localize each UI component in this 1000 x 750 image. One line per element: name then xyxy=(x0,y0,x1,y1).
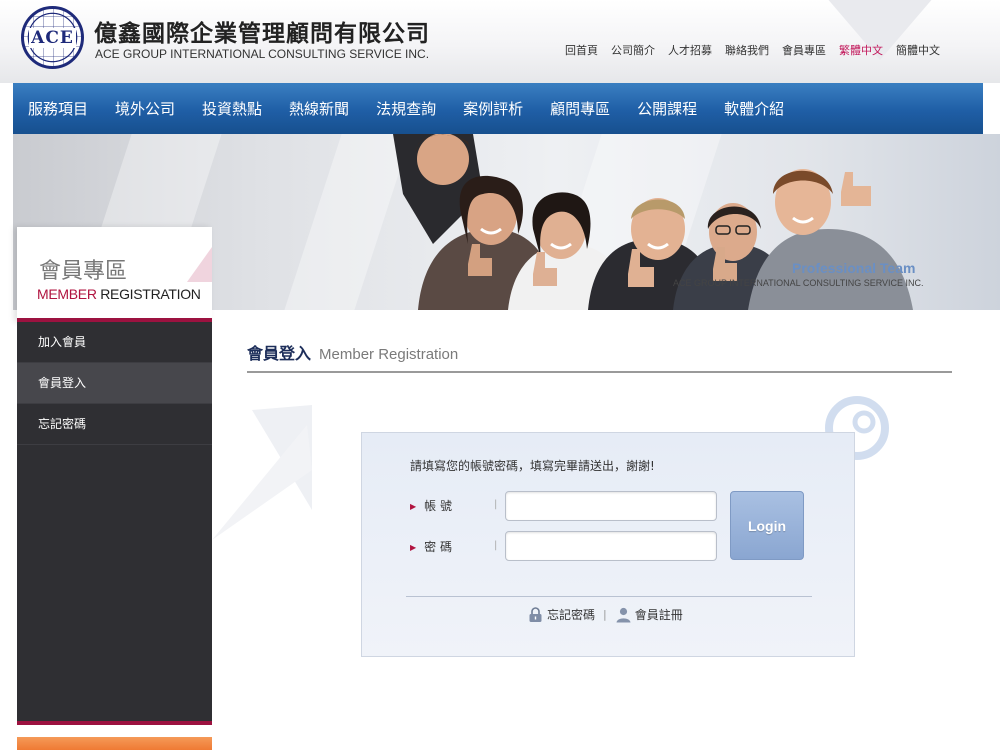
field-separator: | xyxy=(494,499,498,510)
company-name-zh: 億鑫國際企業管理顧問有限公司 xyxy=(94,21,430,47)
link-divider: | xyxy=(603,608,607,621)
top-link-simplified-chinese[interactable]: 簡體中文 xyxy=(896,42,940,58)
nav-offshore-companies[interactable]: 境外公司 xyxy=(115,98,175,119)
banner-title: Professional Team xyxy=(792,260,916,276)
top-link-traditional-chinese[interactable]: 繁體中文 xyxy=(839,42,883,58)
top-link-about[interactable]: 公司簡介 xyxy=(611,42,655,58)
account-label-text: 帳 號 xyxy=(424,499,452,513)
sidebar-item-join[interactable]: 加入會員 xyxy=(17,322,212,363)
login-instruction: 請填寫您的帳號密碼，填寫完畢請送出，謝謝! xyxy=(410,459,655,473)
nav-investment-hotspots[interactable]: 投資熱點 xyxy=(202,98,262,119)
nav-hotline-news[interactable]: 熱線新聞 xyxy=(289,98,349,119)
utility-links: 回首頁 公司簡介 人才招募 聯絡我們 會員專區 繁體中文 簡體中文 xyxy=(565,42,940,58)
sidebar-title-en: MEMBER REGISTRATION xyxy=(37,286,201,302)
page-title: 會員登入 Member Registration xyxy=(247,340,458,364)
nav-consultants[interactable]: 顧問專區 xyxy=(550,98,610,119)
banner-subtitle: ACE GROUP INTERNATIONAL CONSULTING SERVI… xyxy=(673,278,924,288)
lock-icon xyxy=(529,607,542,622)
login-help-links: 忘記密碼 | 會員註冊 xyxy=(527,606,683,623)
nav-services[interactable]: 服務項目 xyxy=(28,98,88,119)
password-label-text: 密 碼 xyxy=(424,540,452,554)
sidebar-item-forgot-password[interactable]: 忘記密碼 xyxy=(17,404,212,445)
top-link-home[interactable]: 回首頁 xyxy=(565,42,598,58)
forgot-password-label: 忘記密碼 xyxy=(547,608,596,622)
main-nav: 服務項目 境外公司 投資熱點 熱線新聞 法規查詢 案例評析 顧問專區 公開課程 … xyxy=(13,83,983,134)
ace-logo-globe-icon[interactable]: ACE xyxy=(21,6,84,69)
sidebar-menu: 加入會員 會員登入 忘記密碼 xyxy=(17,322,212,722)
field-separator: | xyxy=(494,540,498,551)
nav-public-courses[interactable]: 公開課程 xyxy=(637,98,697,119)
sidebar-title-en-highlight: MEMBER xyxy=(37,286,97,302)
sidebar-bottom-accent xyxy=(17,721,212,725)
panel-divider xyxy=(406,596,812,597)
arrow-right-icon: ▶ xyxy=(410,543,417,552)
top-link-members[interactable]: 會員專區 xyxy=(782,42,826,58)
sidebar-promo-box xyxy=(17,737,212,750)
nav-regulations[interactable]: 法規查詢 xyxy=(376,98,436,119)
logo-text: ACE xyxy=(29,27,76,48)
login-button[interactable]: Login xyxy=(730,491,804,560)
nav-case-analysis[interactable]: 案例評析 xyxy=(463,98,523,119)
register-label: 會員註冊 xyxy=(634,608,683,622)
company-name-en: ACE GROUP INTERNATIONAL CONSULTING SERVI… xyxy=(95,47,430,61)
sidebar-header: 會員專區 MEMBER REGISTRATION xyxy=(17,227,212,322)
nav-software[interactable]: 軟體介紹 xyxy=(724,98,784,119)
user-icon xyxy=(616,607,631,623)
page-title-zh: 會員登入 xyxy=(247,344,312,363)
arrow-right-icon: ▶ xyxy=(410,502,417,511)
top-link-contact[interactable]: 聯絡我們 xyxy=(725,42,769,58)
account-label: ▶ 帳 號 | xyxy=(410,497,497,514)
top-link-careers[interactable]: 人才招募 xyxy=(668,42,712,58)
forgot-password-link[interactable]: 忘記密碼 xyxy=(527,606,595,623)
sidebar-item-login[interactable]: 會員登入 xyxy=(17,363,212,404)
site-header: ACE 億鑫國際企業管理顧問有限公司 ACE GROUP INTERNATION… xyxy=(0,0,1000,83)
title-divider xyxy=(247,371,952,373)
page-title-en: Member Registration xyxy=(319,346,459,363)
sidebar-title-en-rest: REGISTRATION xyxy=(96,286,201,302)
account-input[interactable] xyxy=(505,491,717,521)
register-link[interactable]: 會員註冊 xyxy=(615,606,683,623)
password-input[interactable] xyxy=(505,531,717,561)
password-label: ▶ 密 碼 | xyxy=(410,538,497,555)
sidebar-title-zh: 會員專區 xyxy=(39,259,128,284)
sidebar-header-decoration xyxy=(187,247,212,282)
